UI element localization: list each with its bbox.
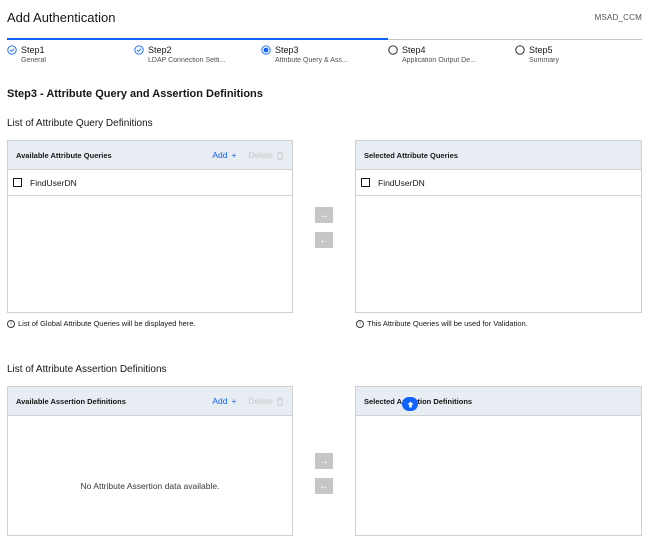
selected-queries-helper: i This Attribute Queries will be used fo… [356,319,528,328]
delete-assertion-button[interactable]: Delete [248,396,284,406]
helper-text: List of Global Attribute Queries will be… [18,319,196,328]
checkmark-circle-icon [7,45,17,55]
page-title: Add Authentication [7,10,116,25]
info-icon: i [356,319,364,328]
helper-text: This Attribute Queries will be used for … [367,319,528,328]
progress-step-5[interactable]: Step5 Summary [515,45,635,64]
progress-step-2[interactable]: Step2 LDAP Connection Setti... [134,45,254,64]
move-left-button[interactable]: ← [315,232,333,248]
move-right-button[interactable]: → [315,453,333,469]
trash-icon [277,397,283,406]
info-icon: i [7,319,15,328]
available-assertions-panel: Available Assertion Definitions Add + De… [7,386,293,536]
step-label: Step5 [529,45,553,55]
panel-header: Selected Attribute Queries [356,141,641,170]
available-queries-panel: Available Attribute Queries Add + Delete… [7,140,293,313]
add-label: Add [212,396,228,406]
add-label: Add [212,150,228,160]
delete-label: Delete [248,396,273,406]
panel-title: Available Assertion Definitions [16,396,126,406]
progress-step-1[interactable]: Step1 General [7,45,127,64]
arrow-right-icon: → [319,455,329,467]
step-label: Step2 [148,45,172,55]
incomplete-step-icon [515,45,525,55]
arrow-right-icon: → [319,209,329,221]
step-sublabel: Attribute Query & Ass... [275,57,348,64]
move-right-button[interactable]: → [315,207,333,223]
step-sublabel: Application Output De... [402,57,476,64]
panel-header: Available Attribute Queries Add + Delete [8,141,292,170]
step-label: Step1 [21,45,45,55]
query-section-heading: List of Attribute Query Definitions [7,118,153,129]
available-queries-helper: i List of Global Attribute Queries will … [7,319,196,328]
list-item-label: FindUserDN [30,177,77,188]
list-item-label: FindUserDN [378,177,425,188]
incomplete-step-icon [388,45,398,55]
step-sublabel: LDAP Connection Setti... [148,57,226,64]
arrow-left-icon: ← [319,480,329,492]
add-query-button[interactable]: Add + [212,150,236,160]
panel-title: Available Attribute Queries [16,150,112,160]
list-item[interactable]: FindUserDN [356,170,641,196]
empty-state-message: No Attribute Assertion data available. [80,481,220,491]
add-assertion-button[interactable]: Add + [212,396,236,406]
step-label: Step4 [402,45,426,55]
selected-queries-panel: Selected Attribute Queries FindUserDN [355,140,642,313]
progress-step-4[interactable]: Step4 Application Output De... [388,45,508,64]
progress-step-3[interactable]: Step3 Attribute Query & Ass... [261,45,381,64]
checkmark-circle-icon [134,45,144,55]
panel-header: Available Assertion Definitions Add + De… [8,387,292,416]
checkbox[interactable] [361,178,370,187]
arrow-up-icon [407,401,413,407]
panel-header: Selected Assertion Definitions [356,387,641,416]
plus-icon: + [231,396,237,406]
assertion-section-heading: List of Attribute Assertion Definitions [7,364,167,375]
step-sublabel: General [21,57,46,64]
list-item[interactable]: FindUserDN [8,170,292,196]
scroll-top-button[interactable] [402,397,418,411]
move-left-button[interactable]: ← [315,478,333,494]
step-label: Step3 [275,45,299,55]
delete-label: Delete [248,150,273,160]
step-heading: Step3 - Attribute Query and Assertion De… [7,88,263,100]
current-step-icon [261,45,271,55]
plus-icon: + [231,150,237,160]
app-tag: MSAD_CCM [594,13,642,22]
step-sublabel: Summary [529,57,559,64]
checkbox[interactable] [13,178,22,187]
delete-query-button[interactable]: Delete [248,150,284,160]
arrow-left-icon: ← [319,234,329,246]
selected-assertions-panel: Selected Assertion Definitions [355,386,642,536]
progress-fill [7,38,388,40]
panel-title: Selected Attribute Queries [364,150,458,160]
trash-icon [277,151,283,160]
